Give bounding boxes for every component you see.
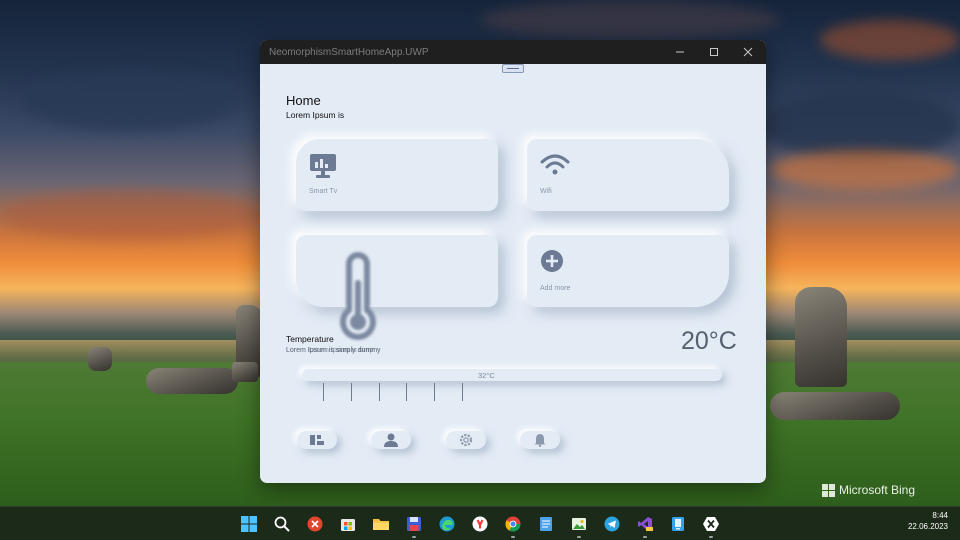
settings-button[interactable]: [446, 431, 486, 449]
edge-icon: [439, 516, 455, 532]
windows-start-icon: [241, 516, 257, 532]
close-button[interactable]: [731, 40, 765, 64]
standing-stone: [88, 347, 112, 371]
wifi-card[interactable]: Wifi: [527, 139, 729, 211]
user-icon: [384, 433, 398, 447]
save-app-button[interactable]: [404, 514, 424, 534]
apps-icon: [310, 435, 324, 445]
remote-desktop-button[interactable]: [305, 514, 325, 534]
smart-tv-label: Smart Tv: [309, 188, 338, 195]
temperature-description-overlap: Lorem Ipsum is simp: [309, 347, 374, 354]
chrome-icon: [505, 516, 521, 532]
bing-watermark-label: Microsoft Bing: [839, 483, 916, 497]
system-clock[interactable]: 8:44 22.06.2023: [908, 510, 948, 532]
edge-browser-button[interactable]: [437, 514, 457, 534]
thermometer-icon: [340, 252, 376, 340]
yandex-browser-icon: [472, 516, 488, 532]
slider-tick: [406, 383, 407, 401]
smart-tv-card[interactable]: Smart Tv: [296, 139, 498, 211]
mobile-app-button[interactable]: [668, 514, 688, 534]
file-explorer-icon: [373, 519, 389, 530]
temperature-slider[interactable]: [302, 369, 722, 381]
bell-icon: [534, 434, 546, 447]
slider-tick: [323, 383, 324, 401]
monitor-chart-icon: [310, 154, 336, 178]
notepad-icon: [540, 517, 552, 531]
slider-tick: [462, 383, 463, 401]
page-title: Home: [286, 93, 321, 108]
minimize-icon: [676, 51, 684, 53]
microsoft-store-icon: [341, 519, 355, 531]
search-button[interactable]: [272, 514, 292, 534]
notifications-button[interactable]: [520, 431, 560, 449]
minimize-button[interactable]: [663, 40, 697, 64]
current-temperature: 20°C: [681, 327, 737, 355]
telegram-button[interactable]: [602, 514, 622, 534]
windows-start-button[interactable]: [239, 514, 259, 534]
close-icon: [743, 47, 753, 57]
profile-button[interactable]: [371, 431, 411, 449]
slider-tick: [351, 383, 352, 401]
notepad-button[interactable]: [536, 514, 556, 534]
thermostat-card[interactable]: [296, 235, 498, 307]
slider-tick: [434, 383, 435, 401]
apps-button[interactable]: [297, 431, 337, 449]
xamarin-button[interactable]: [701, 514, 721, 534]
add-more-label: Add more: [540, 285, 571, 292]
search-icon: [274, 516, 290, 532]
fallen-stone: [146, 368, 238, 394]
standing-stone: [232, 362, 258, 382]
maximize-icon: [710, 48, 718, 56]
visual-studio-preview-icon: [638, 517, 653, 531]
fallen-stone: [770, 392, 900, 420]
settings-icon: [459, 433, 473, 447]
image-editor-button[interactable]: [569, 514, 589, 534]
telegram-icon: [604, 516, 620, 532]
wifi-icon: [540, 154, 570, 175]
slider-value-label: 32°C: [478, 371, 495, 380]
title-bar[interactable]: NeomorphismSmartHomeApp.UWP: [260, 40, 766, 64]
save-app-icon: [407, 517, 421, 531]
home-page: Home Lorem Ipsum is Smart Tv Wifi Add mo…: [260, 64, 766, 483]
remote-desktop-icon: [307, 516, 323, 532]
visual-studio-preview-button[interactable]: [635, 514, 655, 534]
standing-stone: [795, 287, 847, 387]
page-subtitle: Lorem Ipsum is: [286, 110, 345, 120]
clock-date: 22.06.2023: [907, 522, 948, 531]
add-more-card[interactable]: Add more: [527, 235, 729, 307]
yandex-browser-button[interactable]: [470, 514, 490, 534]
bing-watermark[interactable]: Microsoft Bing: [822, 483, 915, 497]
clock-time: 8:44: [932, 511, 948, 520]
image-editor-icon: [572, 518, 586, 530]
wifi-label: Wifi: [540, 188, 552, 195]
bing-logo-icon: [822, 483, 835, 497]
plus-circle-icon: [541, 250, 563, 272]
chrome-button[interactable]: [503, 514, 523, 534]
app-window: NeomorphismSmartHomeApp.UWP Home Lorem I…: [260, 40, 766, 483]
temperature-title: Temperature: [286, 334, 334, 344]
microsoft-store-button[interactable]: [338, 514, 358, 534]
taskbar: [0, 506, 960, 540]
maximize-button[interactable]: [697, 40, 731, 64]
xamarin-icon: [703, 517, 719, 531]
file-explorer-button[interactable]: [371, 514, 391, 534]
window-title: NeomorphismSmartHomeApp.UWP: [269, 46, 429, 58]
slider-tick: [379, 383, 380, 401]
mobile-app-icon: [672, 517, 684, 531]
